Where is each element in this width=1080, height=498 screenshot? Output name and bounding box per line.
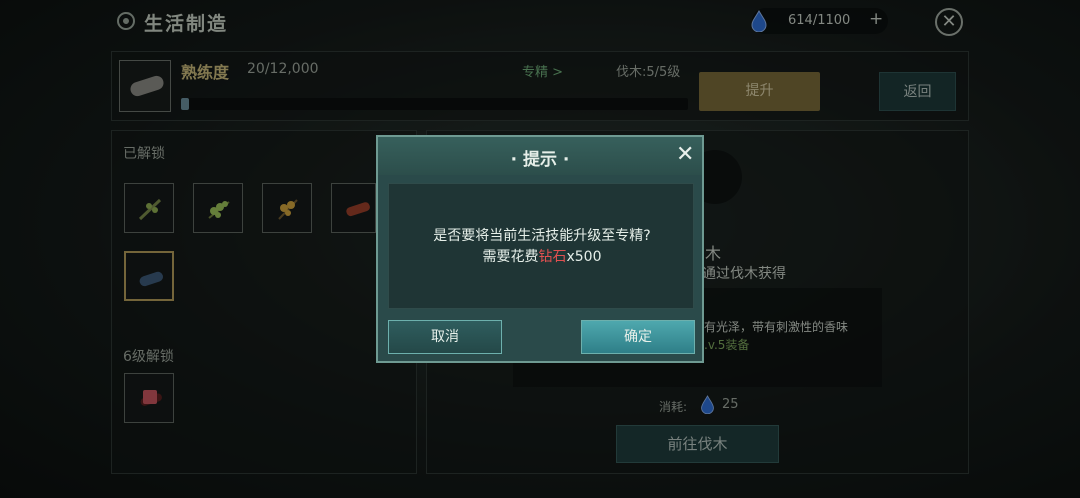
red-log-icon xyxy=(346,202,370,217)
lock-icon xyxy=(143,390,157,404)
energy-drop-icon xyxy=(751,10,767,32)
recipe-slot[interactable] xyxy=(193,183,243,233)
flowering-branch-icon xyxy=(278,199,298,220)
leafy-branch-icon xyxy=(208,201,230,219)
cost-amount: x500 xyxy=(566,249,602,265)
unlocked-section-label: 已解锁 xyxy=(123,146,165,162)
branch-icon xyxy=(138,198,162,221)
proficiency-progress-bar xyxy=(181,98,688,110)
cost-value: 25 xyxy=(722,397,739,412)
page-title: 生活制造 xyxy=(144,13,229,35)
item-usage: .v.5装备 xyxy=(704,338,750,352)
specialization-link[interactable]: 专精 > xyxy=(522,61,563,80)
dialog-cost-message: 需要花费钻石x500 xyxy=(389,246,695,266)
cost-prefix: 需要花费 xyxy=(482,249,539,265)
close-button[interactable]: ✕ xyxy=(935,8,963,36)
dialog-title: · 提示 · xyxy=(510,150,570,170)
resource-counter: 614/1100 xyxy=(788,13,851,28)
locked-recipe-slot[interactable] xyxy=(124,373,174,423)
item-source: 通过伐木获得 xyxy=(702,266,786,282)
recipe-slot[interactable] xyxy=(331,183,376,233)
dialog-body: 是否要将当前生活技能升级至专精? 需要花费钻石x500 xyxy=(388,183,694,309)
top-bar: 生活制造 614/1100 + ✕ xyxy=(0,0,1080,44)
dialog-close-icon[interactable]: ✕ xyxy=(676,142,694,167)
log-icon xyxy=(128,74,166,98)
recipe-slot[interactable] xyxy=(124,183,174,233)
proficiency-value: 20/12,000 xyxy=(247,61,319,77)
skill-icon-frame xyxy=(119,60,171,112)
back-button[interactable]: 返回 xyxy=(879,72,956,111)
add-resource-button[interactable]: + xyxy=(869,9,883,29)
diamond-text: 钻石 xyxy=(538,249,567,265)
blue-log-icon xyxy=(139,271,163,287)
progress-fill xyxy=(181,98,190,110)
recipe-slot-selected[interactable] xyxy=(124,251,174,301)
confirm-button[interactable]: 确定 xyxy=(581,320,695,354)
dialog-header: · 提示 · ✕ xyxy=(378,137,702,175)
level6-unlock-label: 6级解锁 xyxy=(123,349,174,365)
confirm-dialog: · 提示 · ✕ 是否要将当前生活技能升级至专精? 需要花费钻石x500 取消 … xyxy=(376,135,704,363)
upgrade-button[interactable]: 提升 xyxy=(699,72,820,111)
cancel-button[interactable]: 取消 xyxy=(388,320,502,354)
dialog-message: 是否要将当前生活技能升级至专精? xyxy=(433,228,651,244)
recipe-slot[interactable] xyxy=(262,183,312,233)
energy-drop-icon xyxy=(701,395,714,414)
skill-level-text: 伐木:5/5级 xyxy=(616,65,681,80)
cost-label: 消耗: xyxy=(659,400,688,414)
crafting-icon xyxy=(117,12,135,30)
item-description: 有光泽，带有刺激性的香味 xyxy=(704,320,849,334)
go-logging-button[interactable]: 前往伐木 xyxy=(616,425,779,463)
proficiency-label: 熟练度 xyxy=(181,63,230,82)
item-name: 木 xyxy=(705,244,722,263)
